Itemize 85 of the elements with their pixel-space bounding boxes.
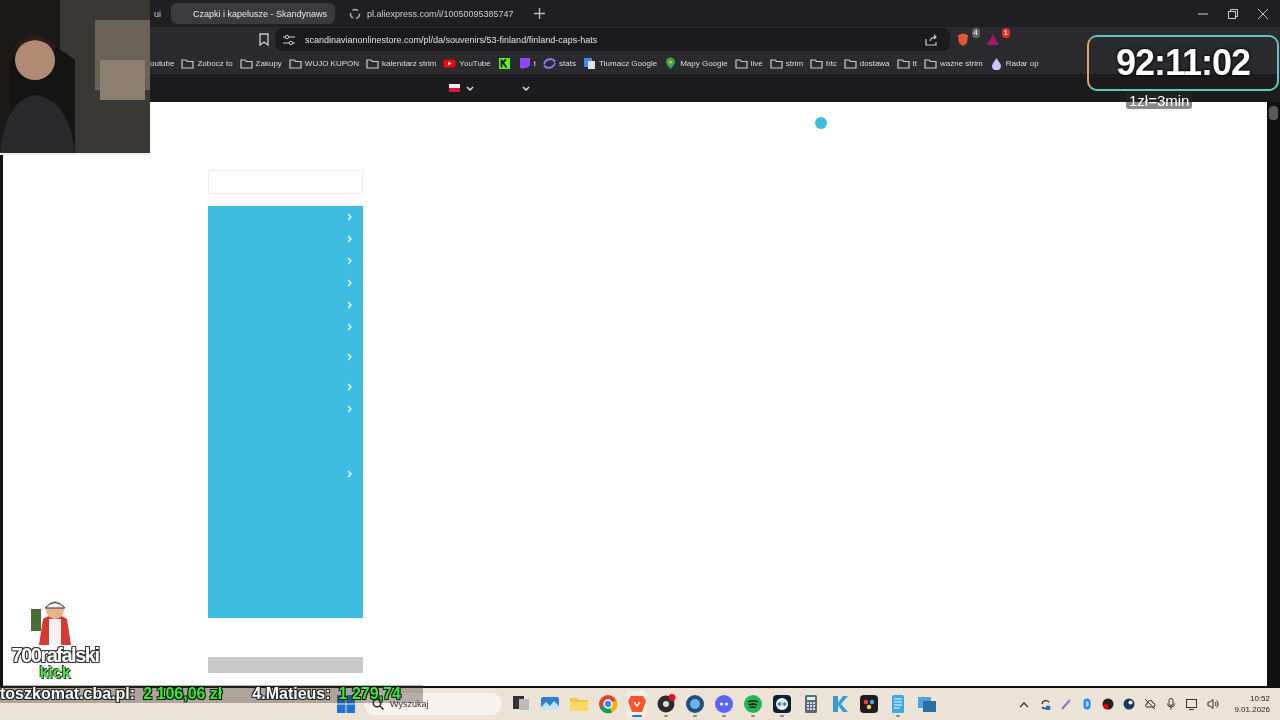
folder-icon	[181, 56, 195, 70]
browser-tab[interactable]: ui	[150, 3, 165, 24]
extension-button[interactable]: 1	[986, 27, 1010, 52]
pen-icon[interactable]	[1060, 698, 1073, 710]
bookmark[interactable]: outube	[150, 58, 175, 68]
record-icon	[656, 694, 676, 714]
ticker-amount: 2 106,06 zł	[143, 685, 223, 703]
bookmark[interactable]: t	[517, 56, 536, 70]
caret-icon[interactable]	[522, 85, 530, 91]
browser-tab[interactable]: Czapki i kapelusze - Skandynaws	[171, 3, 335, 24]
bookmark[interactable]: Radar op	[989, 56, 1039, 70]
folder-icon	[843, 56, 857, 70]
bookmark[interactable]: Zobocz to	[181, 56, 233, 70]
folder-icon	[924, 56, 937, 70]
loading-dot	[815, 117, 827, 129]
folder-icon	[288, 56, 302, 70]
taskbar-app[interactable]	[656, 691, 676, 717]
map-pin-icon	[664, 56, 678, 70]
date-text: 9.01.2026	[1234, 704, 1270, 715]
bookmark[interactable]: Mapy Google	[664, 56, 728, 70]
browser-tab[interactable]: pl.aliexpress.com/i/10050095385747	[341, 3, 522, 24]
restore-icon[interactable]	[1228, 8, 1238, 19]
bookmark[interactable]: tt	[896, 56, 917, 70]
language-menu[interactable]	[449, 84, 474, 92]
chat-bubble-icon	[714, 694, 734, 714]
bluetooth-icon[interactable]	[1081, 698, 1094, 710]
bookmark[interactable]: YouTube	[443, 56, 491, 70]
share-icon[interactable]	[925, 33, 938, 46]
logo-text: 700rafalski	[11, 645, 99, 665]
clock[interactable]: 10:52 9.01.2026	[1234, 693, 1270, 715]
arrows-icon	[772, 694, 792, 714]
triangle-icon	[986, 32, 1000, 47]
bookmark[interactable]: ważne strim	[924, 56, 983, 70]
bookmark[interactable]: btc	[810, 56, 837, 70]
microphone-icon[interactable]	[1165, 698, 1178, 710]
bookmark[interactable]: strim	[769, 56, 804, 70]
time-text: 10:52	[1249, 693, 1270, 704]
k-shape-icon	[830, 694, 850, 714]
k-icon	[497, 56, 511, 70]
chat-icon	[517, 56, 531, 70]
bookmark[interactable]: stats	[543, 56, 576, 70]
bookmark[interactable]: WUJO KUPON	[288, 56, 360, 70]
badge: 4	[971, 27, 980, 38]
shield-icon	[956, 32, 970, 47]
monitor-icon[interactable]	[1186, 698, 1199, 710]
flag-icon	[449, 84, 460, 92]
folder-icon	[239, 56, 253, 70]
bookmark[interactable]: Tłumacz Google	[582, 56, 658, 70]
speaker-icon[interactable]	[1207, 698, 1220, 710]
site-settings-icon	[283, 34, 295, 45]
bookmark[interactable]: Zakupy	[239, 56, 282, 70]
extension-button[interactable]: 4	[956, 27, 980, 52]
caret-icon	[466, 85, 474, 91]
folder-icon	[769, 56, 783, 70]
chrome-icon	[598, 694, 618, 714]
cloud-off-icon[interactable]	[1144, 698, 1157, 710]
bookmark[interactable]: kalendarz strim	[366, 56, 437, 70]
bookmark[interactable]	[497, 56, 511, 70]
drop-icon	[989, 56, 1003, 70]
folder-icon	[896, 56, 910, 70]
three-dots-icon	[859, 694, 879, 714]
disc-icon	[685, 694, 705, 714]
new-tab-icon[interactable]	[533, 8, 545, 19]
translate-icon	[582, 56, 596, 70]
close-icon[interactable]	[1258, 8, 1268, 19]
folder-icon	[366, 56, 380, 70]
logo-text: kick	[39, 665, 71, 681]
sound-waves-icon	[743, 694, 763, 714]
folder-icon	[810, 56, 824, 70]
sync-icon[interactable]	[1039, 698, 1052, 710]
bookmark-icon[interactable]	[259, 33, 269, 46]
windows-stack-icon	[917, 694, 937, 714]
bookmark[interactable]: live	[734, 56, 763, 70]
badge: 1	[1001, 27, 1010, 38]
timer-text: 92:11:02	[1115, 42, 1251, 84]
address-bar[interactable]: scandinavianonlinestore.com/pl/da/souvenirs/53-finland/finland-caps-hats	[275, 28, 950, 51]
record-icon[interactable]	[1102, 698, 1115, 710]
bookmark[interactable]: dostawa	[843, 56, 890, 70]
ticker-name: 4.Matieus:	[252, 685, 331, 703]
swirl-icon	[543, 56, 556, 70]
folder-icon	[734, 56, 748, 70]
rate-text: 1zł=3min	[1126, 92, 1193, 109]
globe-icon	[349, 7, 361, 20]
scrollbar[interactable]	[1269, 106, 1278, 120]
ticker-name: toszkomat.cba.pl:	[0, 685, 136, 703]
